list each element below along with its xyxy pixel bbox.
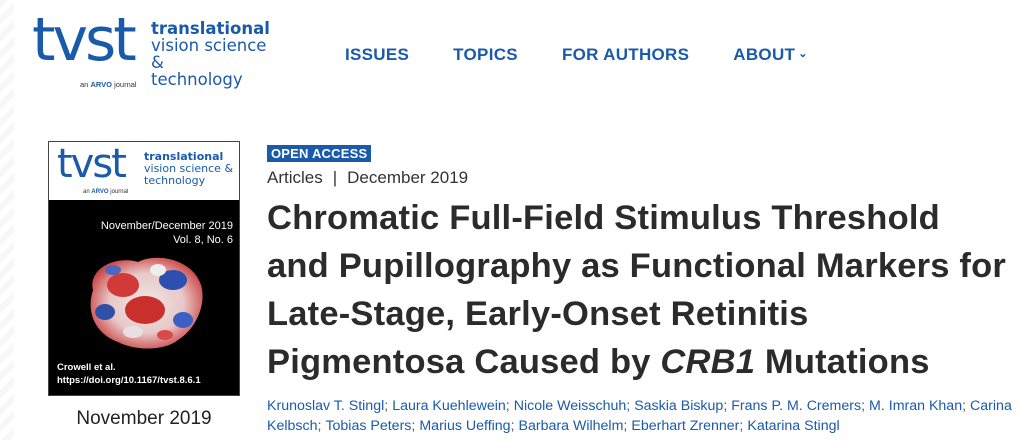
nav-topics-label: TOPICS bbox=[453, 45, 518, 64]
cover-line-3: technology bbox=[144, 174, 206, 187]
article-meta: Articles | December 2019 bbox=[267, 168, 468, 188]
article-title-gene: CRB1 bbox=[660, 343, 756, 381]
nav-issues[interactable]: ISSUES bbox=[345, 45, 409, 65]
nav-about[interactable]: ABOUT ⌄ bbox=[733, 45, 807, 65]
logo-mark: tvst bbox=[32, 5, 137, 75]
author-link[interactable]: Krunoslav T. Stingl bbox=[267, 398, 384, 414]
author-separator: ; bbox=[411, 418, 416, 434]
nav-topics[interactable]: TOPICS bbox=[453, 45, 518, 65]
cover-footer: Crowell et al. https://doi.org/10.1167/t… bbox=[57, 361, 201, 387]
logo-line-2: vision science & bbox=[151, 36, 267, 72]
nav-about-label: ABOUT bbox=[733, 45, 796, 64]
cover-subtitle: an ARVO journal bbox=[83, 189, 128, 195]
cover-issue-info: November/December 2019 Vol. 8, No. 6 bbox=[101, 219, 233, 247]
article-title-part2: Mutations bbox=[755, 343, 930, 381]
page: tvst translational vision science & tech… bbox=[0, 0, 1022, 440]
author-link[interactable]: M. Imran Khan bbox=[869, 398, 962, 414]
author-separator: ; bbox=[384, 398, 389, 414]
cover-issue-date: November/December 2019 bbox=[100, 220, 233, 232]
logo-sub-prefix: an bbox=[80, 80, 89, 89]
cover-authors: Crowell et al. bbox=[57, 362, 116, 373]
author-link[interactable]: Marius Ueffing bbox=[419, 418, 510, 434]
author-list: Krunoslav T. Stingl; Laura Kuehlewein; Nic… bbox=[267, 396, 1012, 436]
logo-sub-suffix: journal bbox=[114, 80, 137, 89]
author-link[interactable]: Barbara Wilhelm bbox=[519, 418, 624, 434]
logo-line-3: technology bbox=[151, 70, 243, 89]
logo-subtitle: an ARVO journal bbox=[80, 80, 137, 89]
main-nav: ISSUES TOPICS FOR AUTHORS ABOUT ⌄ bbox=[345, 45, 852, 65]
article-date: December 2019 bbox=[347, 168, 469, 187]
author-link[interactable]: Katarina Stingl bbox=[747, 418, 839, 434]
author-link[interactable]: Laura Kuehlewein bbox=[392, 398, 506, 414]
cover-wordmark: translational vision science & technolog… bbox=[144, 151, 233, 187]
cover-sub-brand: ARVO bbox=[91, 189, 109, 195]
author-link[interactable]: Nicole Weisschuh bbox=[514, 398, 627, 414]
nav-for-authors[interactable]: FOR AUTHORS bbox=[562, 45, 689, 65]
logo-wordmark: translational vision science & technolog… bbox=[151, 20, 282, 88]
cover-sub-prefix: an bbox=[83, 189, 90, 195]
meta-separator: | bbox=[332, 168, 338, 187]
author-separator: ; bbox=[510, 418, 515, 434]
author-link[interactable]: Eberhart Zrenner bbox=[631, 418, 739, 434]
left-edge-pattern bbox=[0, 0, 14, 440]
logo-line-1: translational bbox=[151, 19, 270, 38]
nav-issues-label: ISSUES bbox=[345, 45, 410, 64]
author-separator: ; bbox=[626, 398, 631, 414]
cover-molecule-image bbox=[90, 257, 203, 349]
cover-issue-label: November 2019 bbox=[76, 408, 212, 429]
open-access-badge: OPEN ACCESS bbox=[267, 145, 372, 162]
article-section: Articles bbox=[267, 168, 323, 187]
issue-cover[interactable]: tvst translational vision science & tech… bbox=[48, 141, 240, 396]
author-link[interactable]: Saskia Biskup bbox=[634, 398, 723, 414]
logo-sub-brand: ARVO bbox=[90, 80, 112, 89]
author-separator: ; bbox=[623, 418, 628, 434]
author-separator: ; bbox=[861, 398, 866, 414]
author-separator: ; bbox=[739, 418, 744, 434]
nav-for-authors-label: FOR AUTHORS bbox=[561, 45, 690, 64]
article-title: Chromatic Full-Field Stimulus Threshold … bbox=[267, 194, 1007, 386]
chevron-down-icon: ⌄ bbox=[798, 47, 808, 60]
author-separator: ; bbox=[317, 418, 322, 434]
cover-header: tvst translational vision science & tech… bbox=[49, 142, 239, 200]
cover-sub-suffix: journal bbox=[110, 189, 129, 195]
cover-doi: https://doi.org/10.1167/tvst.8.6.1 bbox=[57, 375, 201, 386]
cover-issue-volume: Vol. 8, No. 6 bbox=[173, 234, 233, 246]
journal-logo[interactable]: tvst translational vision science & tech… bbox=[32, 10, 282, 94]
author-link[interactable]: Frans P. M. Cremers bbox=[731, 398, 861, 414]
author-separator: ; bbox=[723, 398, 728, 414]
author-separator: ; bbox=[962, 398, 967, 414]
author-link[interactable]: Tobias Peters bbox=[325, 418, 411, 434]
cover-logo-mark: tvst bbox=[57, 141, 127, 187]
author-separator: ; bbox=[505, 398, 510, 414]
